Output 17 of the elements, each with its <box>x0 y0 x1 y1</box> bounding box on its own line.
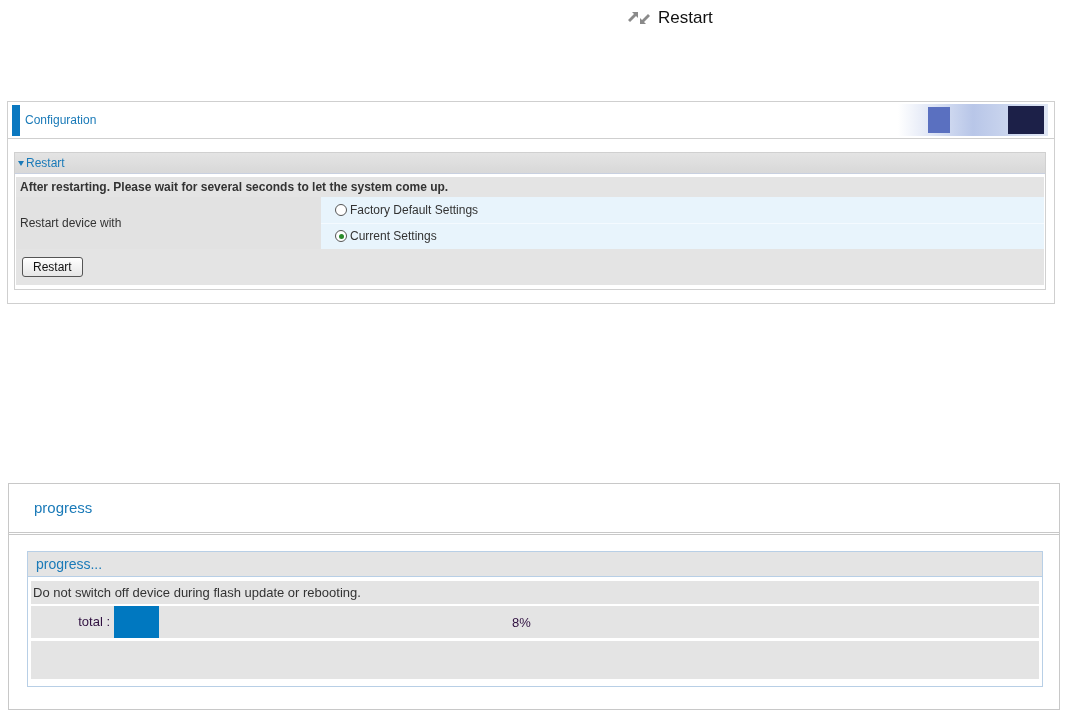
restart-button[interactable]: Restart <box>22 257 83 277</box>
section-header[interactable]: Restart <box>15 153 1045 174</box>
warning-text: Do not switch off device during flash update or rebooting. <box>31 581 1039 604</box>
accent-bar <box>12 104 20 136</box>
notice-text: After restarting. Please wait for several seconds to let the system come up. <box>16 177 1044 197</box>
panel-title: Configuration <box>25 112 97 129</box>
radio-button[interactable] <box>335 203 347 216</box>
progress-reading: 8% <box>512 614 531 632</box>
radio-label: Current Settings <box>350 228 437 246</box>
total-label: total : <box>78 613 110 632</box>
triangle-icon <box>18 160 24 166</box>
radio-label: Factory Default Settings <box>350 201 479 219</box>
section-title: progress... <box>36 554 103 574</box>
field-label: Restart device with <box>16 197 321 249</box>
panel-title: progress <box>34 497 93 518</box>
radio-button[interactable] <box>335 230 347 243</box>
page-title: Restart <box>658 7 713 30</box>
